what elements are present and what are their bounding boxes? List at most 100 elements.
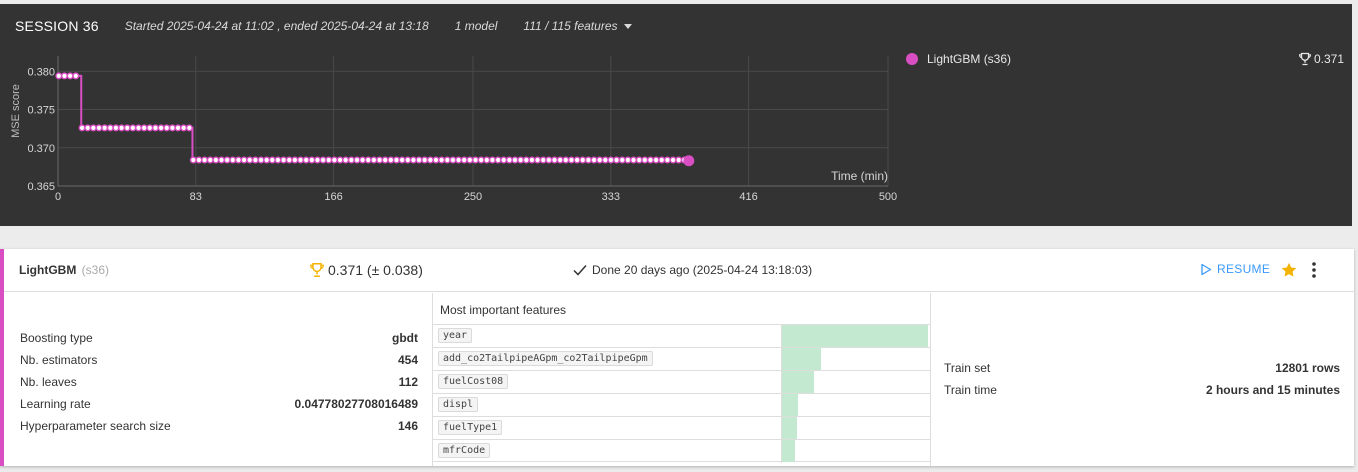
series-point [78, 124, 86, 132]
series-point [174, 124, 182, 132]
training-info: Train set 12801 rows Train time 2 hours … [944, 357, 1340, 401]
feature-importance-panel: Most important features year add_co2Tail… [432, 293, 931, 466]
chart-legend-item[interactable]: LightGBM (s36) [906, 52, 1011, 66]
train-row: Train set 12801 rows [944, 357, 1340, 379]
series-point [607, 156, 615, 164]
series-point [556, 156, 564, 164]
series-point [415, 156, 423, 164]
series-point [84, 124, 92, 132]
feature-bar [782, 325, 928, 347]
y-tick-label: 0.380 [27, 66, 55, 78]
feature-bar-track [781, 371, 929, 394]
series-point [534, 156, 542, 164]
series-point [421, 156, 429, 164]
model-params: Boosting type gbdt Nb. estimators 454 Nb… [20, 327, 418, 437]
series-point [185, 124, 193, 132]
series-point [652, 156, 660, 164]
feature-importance-list: year add_co2TailpipeAGpm_co2TailpipeGpm … [433, 324, 930, 463]
series-point [579, 156, 587, 164]
series-point [370, 156, 378, 164]
series-point [297, 156, 305, 164]
feature-row: year [433, 324, 930, 348]
favorite-button[interactable] [1280, 261, 1298, 284]
train-label: Train set [944, 361, 991, 375]
param-row: Nb. leaves 112 [20, 371, 418, 393]
series-point [528, 156, 536, 164]
x-tick-label: 333 [602, 191, 620, 203]
series-point [381, 156, 389, 164]
chart-grid [57, 56, 889, 187]
param-label: Learning rate [20, 397, 91, 411]
series-point [268, 156, 276, 164]
feature-bar-track [781, 417, 929, 440]
series-point [409, 156, 417, 164]
series-point [494, 156, 502, 164]
y-tick-label: 0.365 [27, 181, 55, 193]
series-point [517, 156, 525, 164]
param-row: Boosting type gbdt [20, 327, 418, 349]
series-point [330, 156, 338, 164]
series-final-point [683, 155, 695, 167]
model-name[interactable]: LightGBM (s36) [19, 263, 109, 277]
model-session-id: (s36) [81, 263, 110, 277]
feature-name: fuelCost08 [438, 374, 509, 389]
feature-row: fuelType1 [433, 416, 930, 440]
series-point [449, 156, 457, 164]
series-point [669, 156, 677, 164]
series-point [308, 156, 316, 164]
x-tick-label: 83 [190, 191, 202, 203]
series-point [66, 72, 74, 80]
model-card-header: LightGBM (s36) 0.371 (± 0.038) Done 20 d… [4, 249, 1354, 292]
param-label: Boosting type [20, 331, 93, 345]
legend-score-value: 0.371 [1314, 52, 1345, 66]
legend-label: LightGBM (s36) [927, 52, 1012, 66]
series-point [663, 156, 671, 164]
param-label: Hyperparameter search size [20, 419, 171, 433]
y-tick-label: 0.375 [27, 105, 55, 117]
series-point [129, 124, 137, 132]
more-options-button[interactable] [1310, 261, 1318, 284]
series-point [392, 156, 400, 164]
series-point [635, 156, 643, 164]
series-point [180, 124, 188, 132]
feature-bar [782, 440, 796, 462]
y-tick-label: 0.370 [27, 143, 55, 155]
series-point [443, 156, 451, 164]
series-point [157, 124, 165, 132]
model-status: Done 20 days ago (2025-04-24 13:18:03) [572, 263, 812, 277]
param-value: gbdt [392, 331, 418, 345]
trophy-icon [310, 262, 324, 278]
feature-name: displ [438, 397, 479, 412]
x-tick-label: 166 [324, 191, 342, 203]
legend-best-score: 0.371 [1298, 52, 1344, 66]
resume-button[interactable]: RESUME [1200, 262, 1270, 276]
x-tick-label: 0 [55, 191, 61, 203]
series-point [466, 156, 474, 164]
feature-name: mfrCode [438, 443, 491, 458]
param-value: 146 [397, 419, 418, 433]
play-icon [1201, 263, 1212, 275]
feature-bar-track [781, 394, 929, 417]
star-icon [1281, 262, 1297, 277]
series-point [675, 156, 683, 164]
check-icon [573, 265, 587, 276]
model-score-value: 0.371 (± 0.038) [328, 262, 423, 278]
x-tick-label: 416 [739, 191, 757, 203]
series-point [477, 156, 485, 164]
train-label: Train time [944, 383, 997, 397]
series-point [398, 156, 406, 164]
series-point [624, 156, 632, 164]
series-point [106, 124, 114, 132]
series-point [206, 156, 214, 164]
series-point [212, 156, 220, 164]
series-point [89, 124, 97, 132]
legend-dot [906, 53, 918, 65]
series-point [240, 156, 248, 164]
feature-bar [782, 394, 799, 416]
feature-bar [782, 371, 815, 393]
series-point [72, 72, 80, 80]
series-point [551, 156, 559, 164]
feature-row: add_co2TailpipeAGpm_co2TailpipeGpm [433, 347, 930, 371]
model-score: 0.371 (± 0.038) [309, 262, 423, 278]
series-point [545, 156, 553, 164]
